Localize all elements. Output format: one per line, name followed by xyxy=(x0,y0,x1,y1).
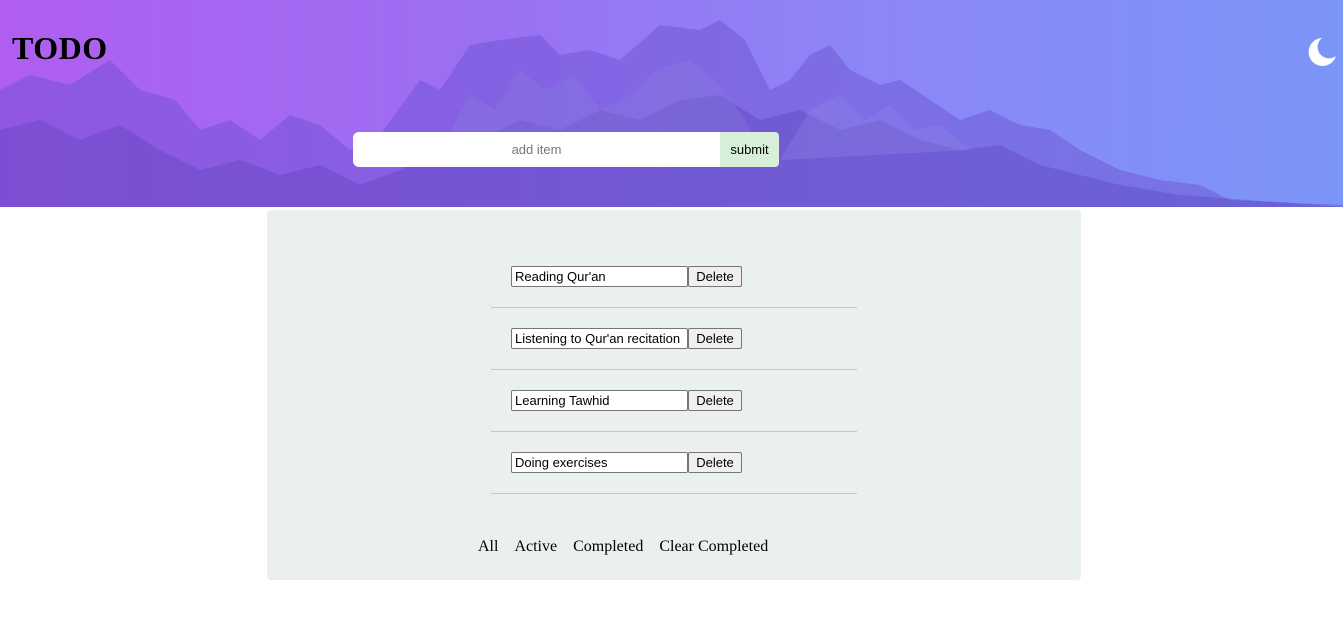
delete-button[interactable]: Delete xyxy=(688,266,742,287)
add-item-form: submit xyxy=(353,132,779,167)
todo-item: Delete xyxy=(491,370,857,432)
todo-item-text-field[interactable] xyxy=(511,452,688,473)
header-banner: TODO submit xyxy=(0,0,1343,207)
app-title: TODO xyxy=(12,30,108,66)
theme-toggle-button[interactable] xyxy=(1302,34,1338,70)
clear-completed-button[interactable]: Clear Completed xyxy=(659,538,768,556)
add-item-input[interactable] xyxy=(353,132,720,167)
mountain-background-image xyxy=(0,20,1343,207)
filter-all[interactable]: All xyxy=(478,538,498,556)
delete-button[interactable]: Delete xyxy=(688,390,742,411)
todo-panel: Delete Delete Delete Delete All Active C… xyxy=(267,210,1081,580)
delete-button[interactable]: Delete xyxy=(688,452,742,473)
filter-active[interactable]: Active xyxy=(514,538,557,556)
todo-item-text-field[interactable] xyxy=(511,390,688,411)
todo-item: Delete xyxy=(491,246,857,308)
filter-completed[interactable]: Completed xyxy=(573,538,643,556)
todo-item-text-field[interactable] xyxy=(511,328,688,349)
moon-icon xyxy=(1308,38,1336,66)
todo-item: Delete xyxy=(491,432,857,494)
todo-item: Delete xyxy=(491,308,857,370)
submit-button[interactable]: submit xyxy=(720,132,779,167)
filter-bar: All Active Completed Clear Completed xyxy=(478,538,768,556)
delete-button[interactable]: Delete xyxy=(688,328,742,349)
todo-item-text-field[interactable] xyxy=(511,266,688,287)
todo-list: Delete Delete Delete Delete xyxy=(491,246,857,494)
